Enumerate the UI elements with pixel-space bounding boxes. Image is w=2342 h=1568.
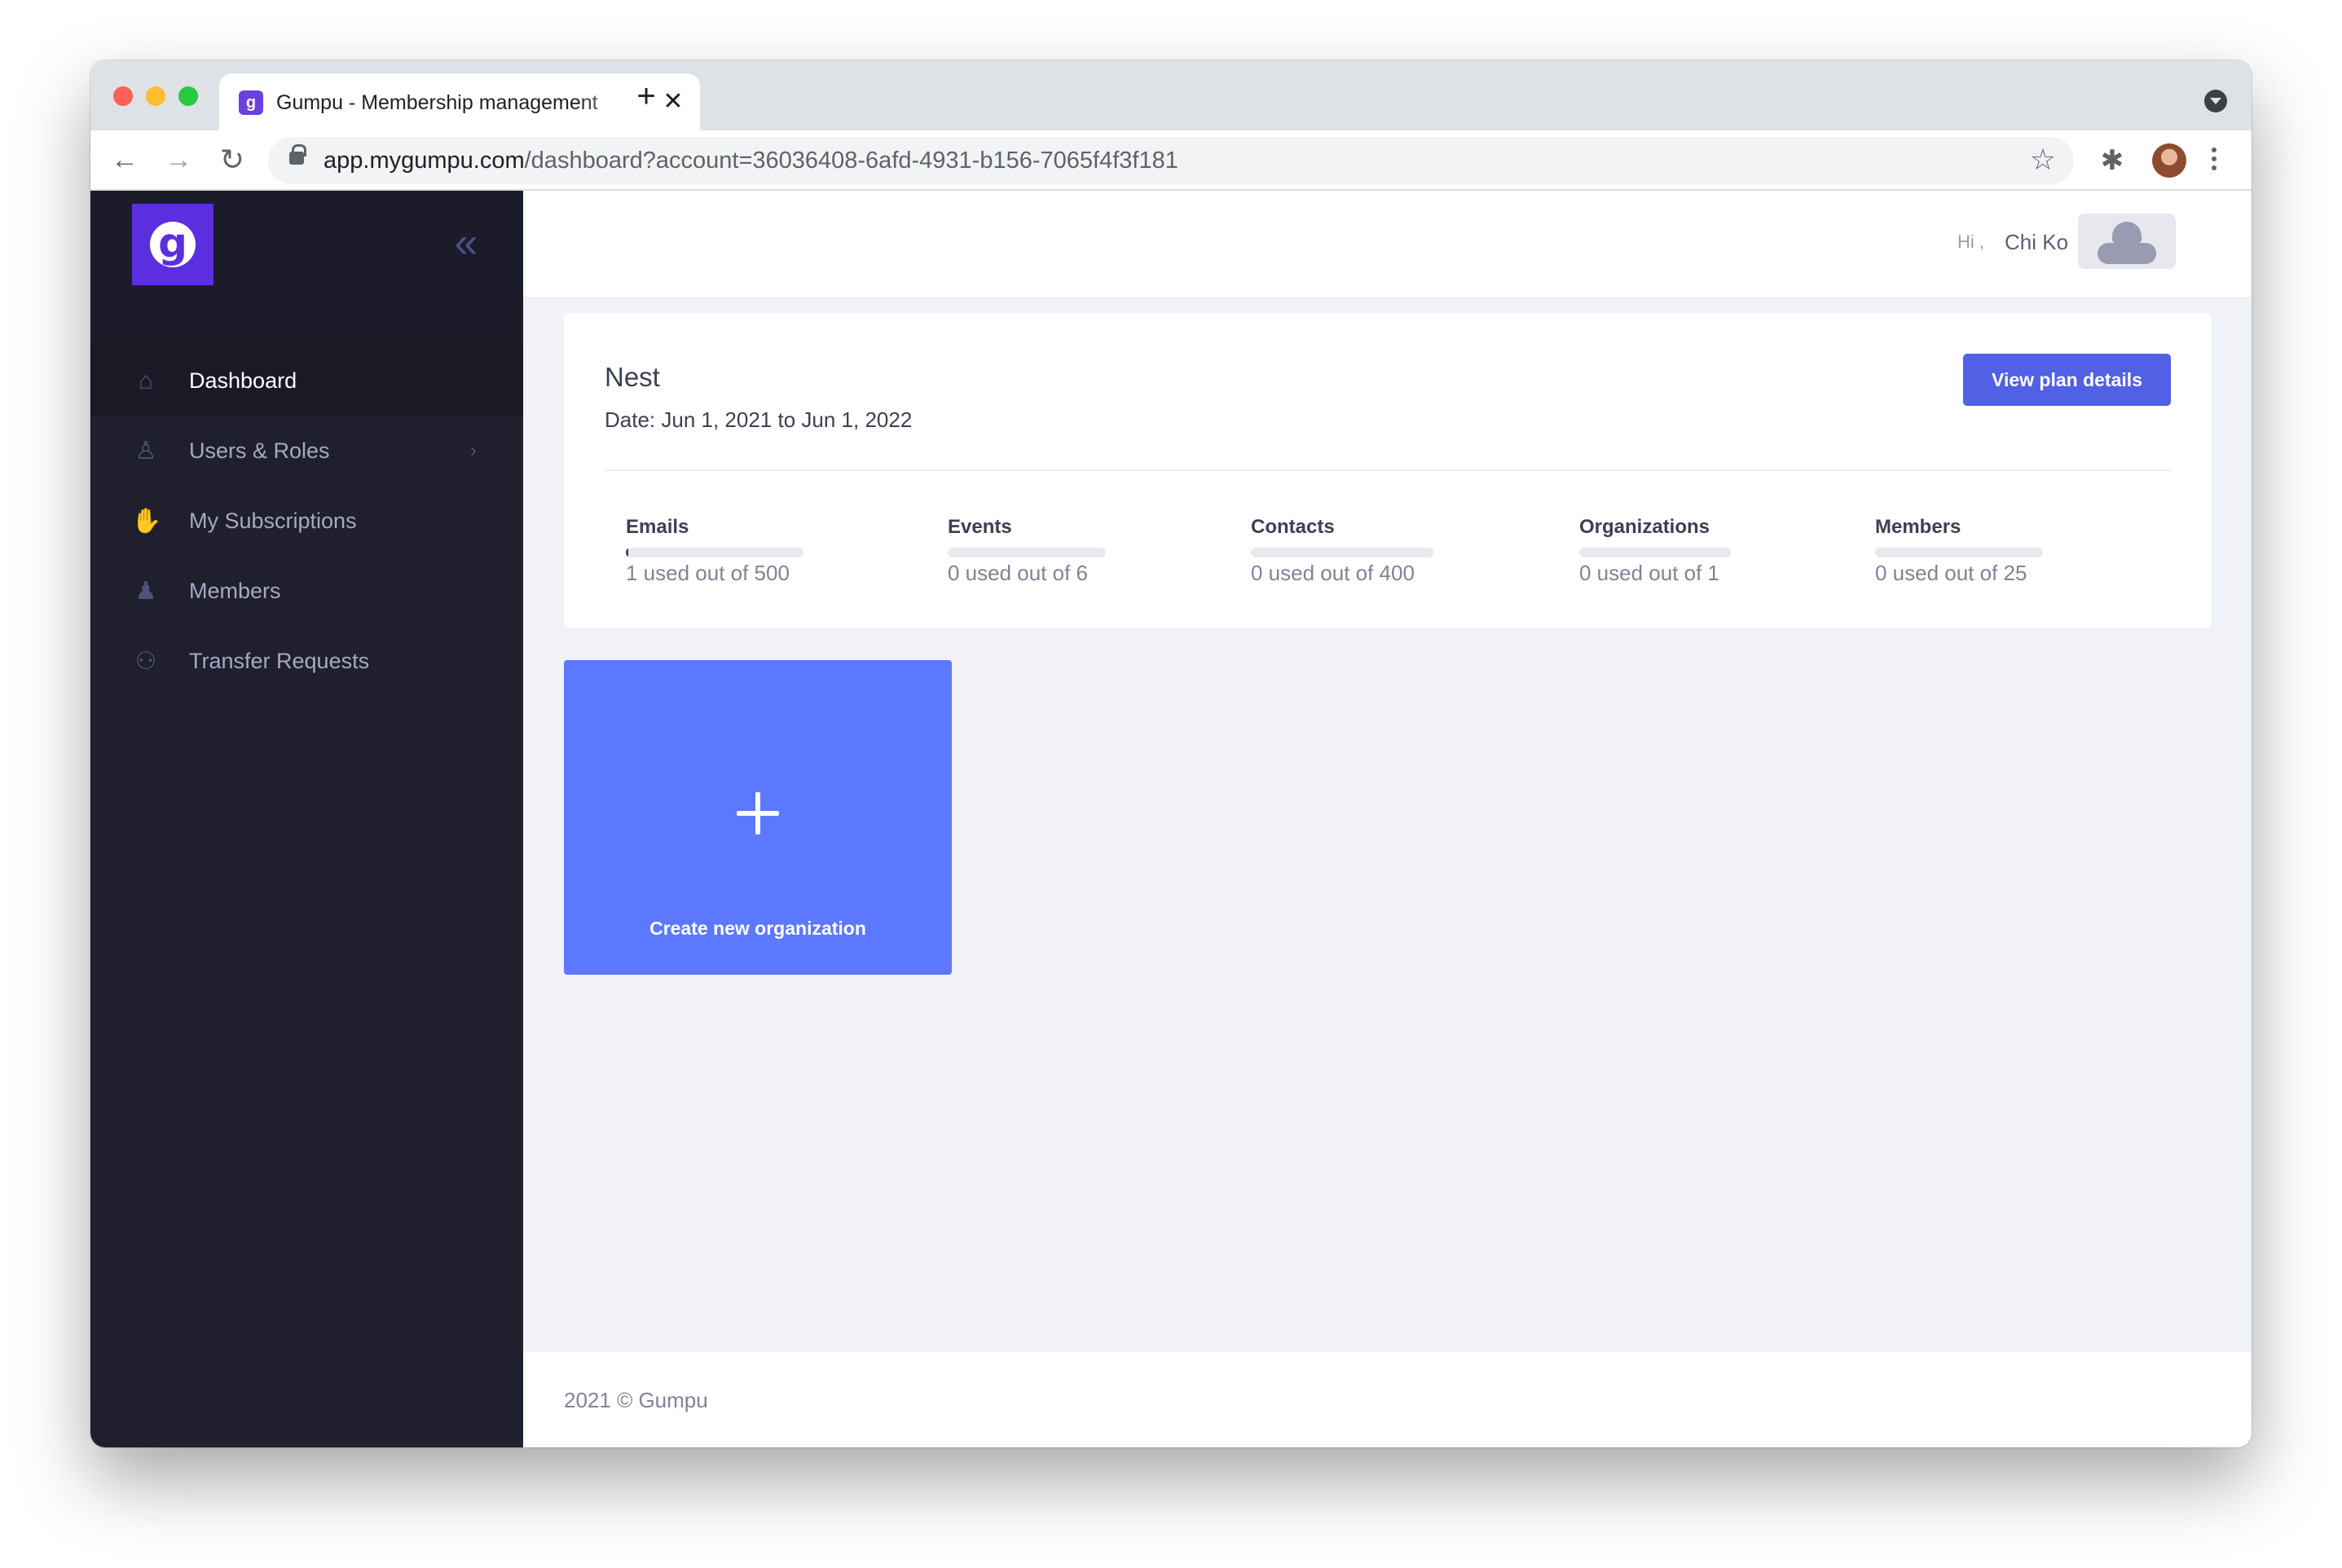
gumpu-logo[interactable]: g	[132, 204, 214, 285]
plan-date: Date: Jun 1, 2021 to Jun 1, 2022	[605, 407, 913, 432]
footer: 2021 © Gumpu	[523, 1352, 2252, 1447]
url-path: /dashboard?account=36036408-6afd-4931-b1…	[524, 148, 1178, 174]
minimize-window-button[interactable]	[146, 86, 165, 106]
logo-letter: g	[150, 222, 196, 267]
sidebar-item-label: My Subscriptions	[189, 509, 357, 533]
app-page: g « ⌂ Dashboard ♙ Users & Roles › ✋ My S…	[90, 191, 2252, 1447]
puzzle-icon[interactable]: ✱	[2097, 145, 2128, 176]
create-organization-tile[interactable]: Create new organization	[564, 660, 952, 975]
footer-copyright: 2021 © Gumpu	[564, 1388, 708, 1412]
sidebar-item-users-roles[interactable]: ♙ Users & Roles ›	[90, 416, 523, 486]
address-bar[interactable]: app.mygumpu.com/dashboard?account=360364…	[268, 137, 2074, 184]
plan-card: Nest Date: Jun 1, 2021 to Jun 1, 2022 Vi…	[564, 313, 2212, 628]
maximize-window-button[interactable]	[178, 86, 198, 106]
tab-close-icon[interactable]: ✕	[659, 88, 687, 116]
sidebar-item-transfer-requests[interactable]: ⚇ Transfer Requests	[90, 626, 523, 696]
stat-value: 0 used out of 25	[1875, 561, 2027, 585]
usage-bar	[1251, 548, 1433, 557]
home-icon: ⌂	[138, 368, 154, 394]
greeting: Hi ,	[1957, 231, 1984, 252]
sidebar-item-label: Transfer Requests	[189, 649, 370, 673]
avatar-body-shape	[2098, 243, 2156, 264]
sidebar-item-dashboard[interactable]: ⌂ Dashboard	[90, 346, 523, 416]
sidebar-item-my-subscriptions[interactable]: ✋ My Subscriptions	[90, 486, 523, 556]
tab-search-icon[interactable]	[2204, 90, 2227, 112]
sidebar: g « ⌂ Dashboard ♙ Users & Roles › ✋ My S…	[90, 191, 523, 1447]
reload-icon[interactable]: ↻	[214, 142, 250, 178]
back-arrow-icon[interactable]: ←	[107, 142, 143, 178]
tab-strip: g Gumpu - Membership management ✕ +	[90, 60, 2252, 130]
members-icon: ♟	[134, 578, 157, 605]
subscriptions-icon: ✋	[131, 508, 162, 535]
new-tab-button[interactable]: +	[630, 80, 663, 112]
stat-label: Members	[1875, 516, 1961, 538]
chevron-right-icon: ›	[470, 439, 477, 461]
url-host: app.mygumpu.com	[324, 148, 525, 174]
top-header: Hi , Chi Ko	[523, 191, 2252, 297]
stat-label: Organizations	[1579, 516, 1710, 538]
stat-label: Contacts	[1251, 516, 1335, 538]
collapse-sidebar-icon[interactable]: «	[446, 222, 486, 264]
usage-bar-fill	[626, 548, 628, 557]
create-organization-label: Create new organization	[649, 918, 866, 939]
plus-icon	[733, 789, 782, 838]
browser-profile-avatar[interactable]	[2152, 143, 2186, 178]
usage-bar	[626, 548, 803, 557]
user-icon: ♙	[134, 438, 157, 465]
sidebar-spacer	[90, 297, 523, 346]
stat-value: 1 used out of 500	[626, 561, 790, 585]
stat-value: 0 used out of 400	[1251, 561, 1415, 585]
stat-value: 0 used out of 6	[948, 561, 1089, 585]
browser-tab[interactable]: g Gumpu - Membership management ✕	[219, 73, 700, 130]
stat-value: 0 used out of 1	[1579, 561, 1720, 585]
kebab-menu-icon[interactable]	[2206, 143, 2222, 178]
view-plan-details-button[interactable]: View plan details	[1963, 354, 2171, 406]
stat-label: Emails	[626, 516, 689, 538]
user-name[interactable]: Chi Ko	[2005, 228, 2068, 256]
stat-label: Events	[948, 516, 1012, 538]
usage-bar	[1579, 548, 1731, 557]
browser-toolbar: ← → ↻ app.mygumpu.com/dashboard?account=…	[90, 130, 2252, 191]
avatar-head-shape	[2112, 222, 2142, 243]
sidebar-item-members[interactable]: ♟ Members	[90, 556, 523, 626]
sidebar-header: g «	[90, 191, 523, 297]
sidebar-item-label: Users & Roles	[189, 438, 330, 463]
sidebar-item-label: Members	[189, 579, 281, 603]
plan-name: Nest	[605, 362, 660, 392]
gumpu-favicon-icon: g	[239, 90, 263, 115]
user-avatar[interactable]	[2078, 214, 2176, 269]
browser-window: g Gumpu - Membership management ✕ + ← → …	[90, 60, 2252, 1447]
lock-icon[interactable]	[289, 144, 306, 165]
divider	[605, 469, 2171, 471]
close-window-button[interactable]	[113, 86, 133, 106]
url-text[interactable]: app.mygumpu.com/dashboard?account=360364…	[324, 146, 1178, 175]
sidebar-item-label: Dashboard	[189, 368, 297, 393]
usage-bar	[948, 548, 1106, 557]
usage-bar	[1875, 548, 2043, 557]
forward-arrow-icon[interactable]: →	[161, 142, 196, 178]
star-icon[interactable]: ☆	[2030, 143, 2056, 176]
transfer-icon: ⚇	[134, 648, 157, 675]
